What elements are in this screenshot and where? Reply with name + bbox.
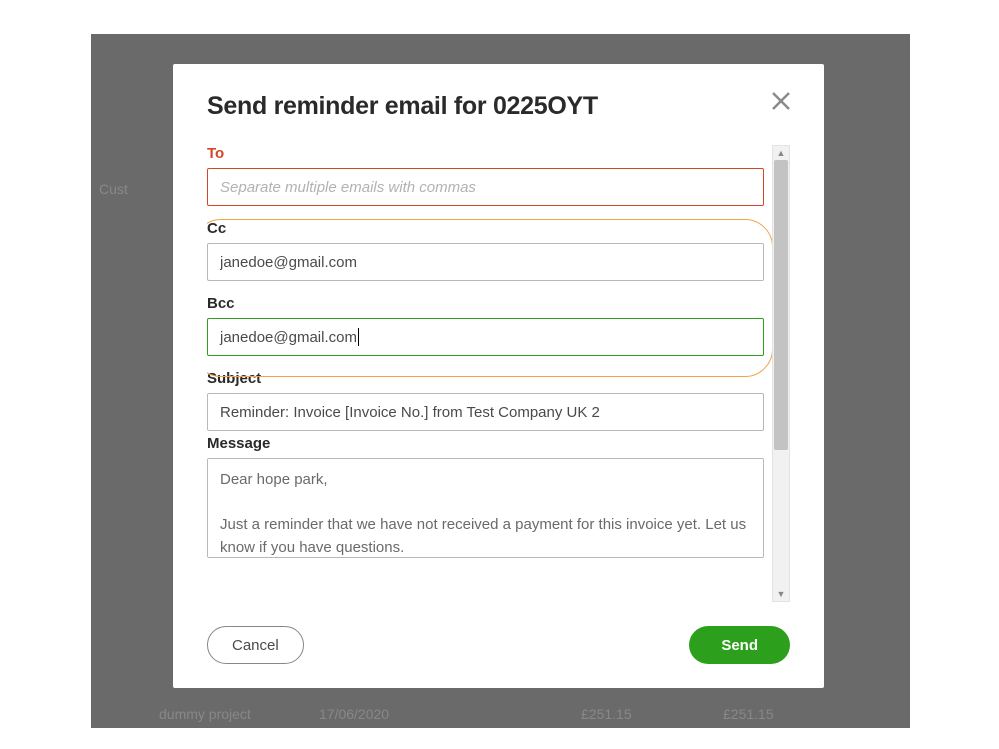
cc-input[interactable] xyxy=(207,243,764,281)
bg-row-amt2: £251.15 xyxy=(723,706,774,722)
bcc-input[interactable]: janedoe@gmail.com xyxy=(207,318,764,356)
modal-header: Send reminder email for 0225OYT xyxy=(207,92,790,121)
scroll-up-arrow[interactable]: ▲ xyxy=(773,146,789,160)
subject-input[interactable] xyxy=(207,393,764,431)
bg-cust-label: Cust xyxy=(99,181,128,197)
message-label: Message xyxy=(207,435,764,452)
scrollbar-track[interactable]: ▲ ▼ xyxy=(772,145,790,602)
reminder-email-modal: Send reminder email for 0225OYT To Cc Bc… xyxy=(173,64,824,688)
bg-row-date: 17/06/2020 xyxy=(319,706,389,722)
bcc-label: Bcc xyxy=(207,295,764,312)
cc-label: Cc xyxy=(207,220,764,237)
scrollbar-thumb[interactable] xyxy=(774,160,788,450)
message-textarea[interactable] xyxy=(207,458,764,558)
send-button[interactable]: Send xyxy=(689,626,790,664)
to-label: To xyxy=(207,145,764,162)
to-field-group: To xyxy=(207,145,764,206)
text-cursor xyxy=(358,328,359,346)
modal-title: Send reminder email for 0225OYT xyxy=(207,92,598,121)
bg-row-project: dummy project xyxy=(159,706,251,722)
cc-field-group: Cc xyxy=(207,220,764,281)
scroll-down-arrow[interactable]: ▼ xyxy=(773,587,789,601)
to-input[interactable] xyxy=(207,168,764,206)
close-icon xyxy=(770,90,792,112)
message-field-group: Message xyxy=(207,435,764,563)
subject-label: Subject xyxy=(207,370,764,387)
bcc-input-value: janedoe@gmail.com xyxy=(220,329,357,346)
cancel-button[interactable]: Cancel xyxy=(207,626,304,664)
bg-row-amt1: £251.15 xyxy=(581,706,632,722)
bcc-field-group: Bcc janedoe@gmail.com xyxy=(207,295,764,356)
subject-field-group: Subject xyxy=(207,370,764,431)
modal-footer: Cancel Send xyxy=(207,602,790,664)
close-button[interactable] xyxy=(768,88,794,114)
modal-scroll-area: To Cc Bcc janedoe@gmail.com Subject Mess… xyxy=(207,145,790,602)
